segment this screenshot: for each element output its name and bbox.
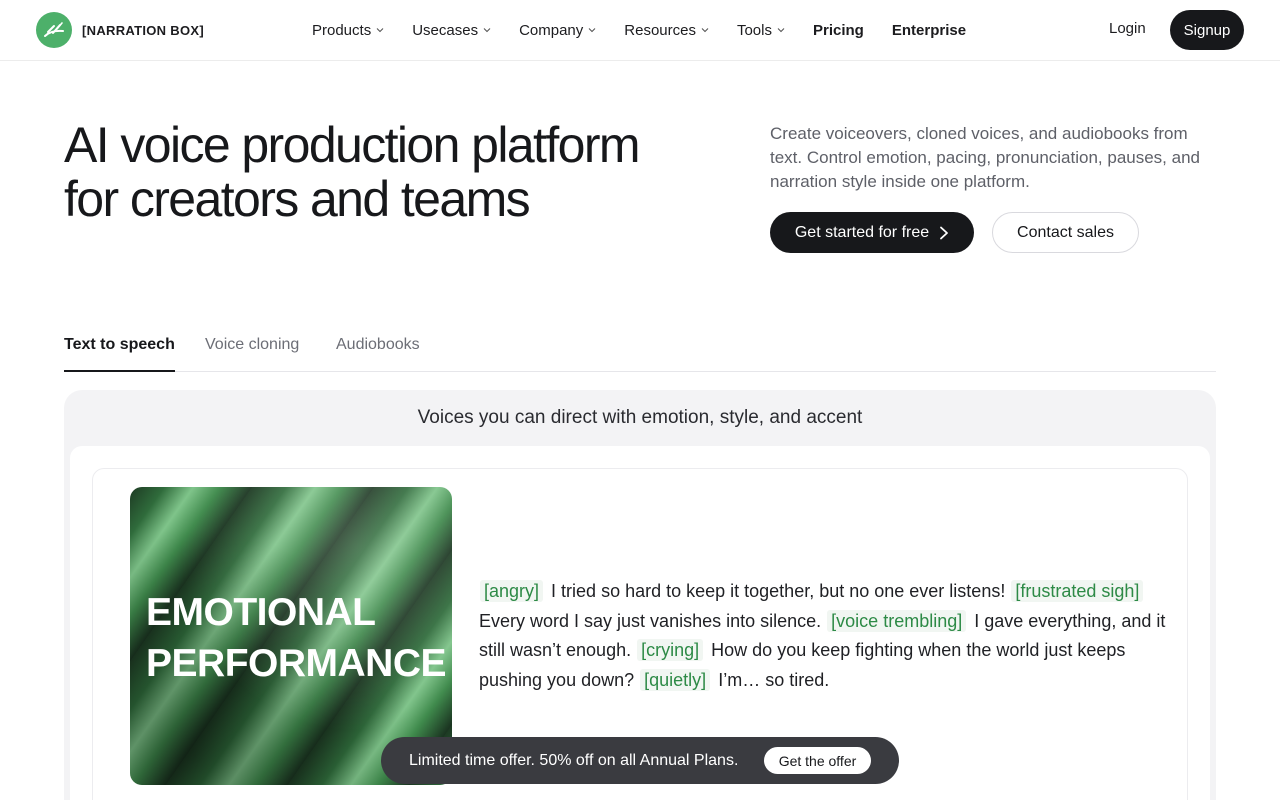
nav-item-label: Products: [312, 21, 372, 39]
logo-icon: [36, 12, 72, 48]
chevron-down-icon: [701, 26, 709, 34]
script-segment: I’m… so tired.: [718, 669, 830, 690]
nav-item-label: Enterprise: [891, 21, 967, 39]
nav-item-products[interactable]: Products: [312, 19, 384, 41]
tab-text-to-speech[interactable]: Text to speech: [64, 336, 175, 372]
get-started-label: Get started for free: [794, 223, 930, 241]
offer-text: Limited time offer. 50% off on all Annua…: [409, 751, 739, 769]
hero-subtitle: Create voiceovers, cloned voices, and au…: [770, 124, 1200, 191]
chevron-right-icon: [939, 226, 949, 240]
hero-title-line: AI voice production platform: [64, 117, 641, 173]
emotion-tag: [frustrated sigh]: [1011, 580, 1144, 602]
emotion-tag: [angry]: [480, 580, 544, 602]
chevron-down-icon: [483, 26, 491, 34]
brand-logo[interactable]: [NARRATION BOX]: [36, 12, 204, 48]
login-link[interactable]: Login: [1109, 20, 1146, 37]
script-segment: I tried so hard to keep it together, but…: [551, 581, 1006, 601]
hero-title-line: for creators and teams: [64, 171, 531, 227]
nav-item-company[interactable]: Company: [519, 19, 596, 41]
hero-title: AI voice production platform for creator…: [64, 118, 704, 226]
panel-heading: Voices you can direct with emotion, styl…: [417, 407, 863, 428]
nav-item-tools[interactable]: Tools: [737, 19, 785, 41]
get-started-button[interactable]: Get started for free: [770, 212, 974, 253]
brand-name: [NARRATION BOX]: [82, 22, 204, 38]
tab-audiobooks[interactable]: Audiobooks: [336, 336, 420, 372]
signup-button[interactable]: Signup: [1170, 10, 1244, 50]
script-segment: Every word I say just vanishes into sile…: [479, 610, 822, 631]
nav-item-label: Resources: [624, 21, 696, 39]
main-nav: Products Usecases Company Resources Tool…: [312, 19, 994, 41]
contact-sales-button[interactable]: Contact sales: [992, 212, 1139, 253]
nav-item-usecases[interactable]: Usecases: [412, 19, 491, 41]
artwork-title-line: PERFORMANCE: [146, 642, 447, 685]
chevron-down-icon: [588, 26, 596, 34]
top-header: [NARRATION BOX] Products Usecases Compan…: [0, 0, 1280, 61]
nav-item-label: Usecases: [412, 21, 479, 39]
tab-voice-cloning[interactable]: Voice cloning: [205, 336, 299, 372]
nav-item-label: Pricing: [813, 21, 864, 39]
nav-item-enterprise[interactable]: Enterprise: [892, 19, 966, 41]
sample-script: [angry] I tried so hard to keep it toget…: [479, 577, 1169, 695]
emotion-tag: [quietly]: [640, 668, 711, 691]
nav-item-pricing[interactable]: Pricing: [813, 19, 864, 41]
artwork-title: EMOTIONAL PERFORMANCE: [146, 587, 447, 689]
chevron-down-icon: [376, 26, 384, 34]
artwork-title-line: EMOTIONAL: [146, 591, 376, 634]
emotion-tag: [crying]: [637, 639, 704, 661]
product-tabs: Text to speech Voice cloning Audiobooks: [64, 330, 1216, 372]
nav-item-resources[interactable]: Resources: [624, 19, 709, 41]
emotion-tag: [voice trembling]: [827, 609, 967, 632]
offer-banner: Limited time offer. 50% off on all Annua…: [381, 737, 899, 784]
chevron-down-icon: [777, 26, 785, 34]
nav-item-label: Company: [519, 21, 584, 39]
nav-item-label: Tools: [736, 21, 772, 39]
get-offer-button[interactable]: Get the offer: [764, 747, 871, 774]
